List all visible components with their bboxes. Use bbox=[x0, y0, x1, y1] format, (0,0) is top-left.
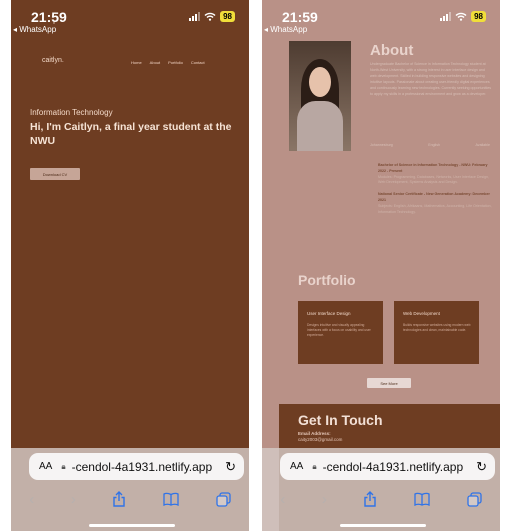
bookmarks-icon[interactable] bbox=[414, 492, 430, 506]
about-body: Undergraduate Bachelor of Science in Inf… bbox=[370, 62, 492, 96]
safari-toolbar: ‹ › bbox=[262, 486, 500, 512]
status-bar: 21:59 ◂ WhatsApp 98 bbox=[262, 0, 500, 38]
nav-link-portfolio[interactable]: Portfolio bbox=[168, 60, 183, 65]
site-logo[interactable]: caitlyn. bbox=[42, 57, 64, 64]
nav-link-home[interactable]: Home bbox=[131, 60, 142, 65]
portfolio-card-title: Web Development bbox=[403, 311, 440, 316]
lock-icon: 🔒︎ bbox=[312, 461, 317, 471]
education-detail-degree: Modules: Programming, Databases, Network… bbox=[378, 174, 490, 185]
about-meta-language: English bbox=[428, 143, 441, 147]
contact-email-label: Email Address: bbox=[298, 431, 331, 436]
tabs-icon[interactable] bbox=[467, 491, 482, 507]
home-indicator bbox=[340, 524, 426, 527]
portfolio-card-text: Designs intuitive and visually appealing… bbox=[307, 323, 371, 337]
see-more-button[interactable]: See More bbox=[367, 378, 411, 388]
safari-bottom-bar: AA 🔒︎ -cendol-4a1931.netlify.app ↻ ‹ › bbox=[262, 448, 500, 531]
bookmarks-icon[interactable] bbox=[163, 492, 179, 506]
share-icon[interactable] bbox=[112, 491, 126, 507]
wifi-icon bbox=[455, 12, 467, 21]
back-arrow-icon[interactable]: ‹ bbox=[29, 491, 34, 508]
home-indicator bbox=[89, 524, 175, 527]
portfolio-title: Portfolio bbox=[298, 272, 356, 288]
address-bar[interactable]: AA 🔒︎ -cendol-4a1931.netlify.app ↻ bbox=[280, 453, 495, 480]
about-title: About bbox=[370, 42, 414, 59]
battery-icon: 98 bbox=[220, 11, 235, 22]
share-icon[interactable] bbox=[363, 491, 377, 507]
phone-screen-about: 21:59 ◂ WhatsApp 98 About Undergraduate … bbox=[262, 0, 500, 531]
back-to-app-link[interactable]: ◂ WhatsApp bbox=[13, 25, 56, 34]
about-meta-location: Johannesburg bbox=[370, 143, 393, 147]
download-cv-button[interactable]: Download CV bbox=[30, 168, 80, 180]
signal-icon bbox=[440, 12, 452, 21]
contact-title: Get In Touch bbox=[298, 412, 383, 428]
education-title-school: National Senior Certificate - New Genera… bbox=[378, 192, 490, 202]
forward-arrow-icon[interactable]: › bbox=[71, 491, 76, 508]
status-icons: 98 bbox=[189, 11, 235, 22]
signal-icon bbox=[189, 12, 201, 21]
contact-email-link[interactable]: caity2003@gmail.com bbox=[298, 437, 342, 442]
forward-arrow-icon[interactable]: › bbox=[322, 491, 327, 508]
url-text[interactable]: -cendol-4a1931.netlify.app bbox=[72, 460, 213, 474]
logo-mark-icon: * bbox=[53, 22, 55, 28]
status-icons: 98 bbox=[440, 11, 486, 22]
portfolio-card-title: User Interface Design bbox=[307, 311, 351, 316]
reader-options-button[interactable]: AA bbox=[39, 461, 52, 472]
nav-links: Home About Portfolio Contact bbox=[131, 60, 205, 65]
safari-bottom-bar: AA 🔒︎ -cendol-4a1931.netlify.app ↻ ‹ › bbox=[11, 448, 249, 531]
back-to-app-link[interactable]: ◂ WhatsApp bbox=[264, 25, 307, 34]
reload-icon[interactable]: ↻ bbox=[225, 459, 236, 475]
about-meta: Johannesburg English Available bbox=[370, 143, 490, 147]
status-time: 21:59 bbox=[282, 9, 318, 25]
phone-screen-home: 21:59 ◂ WhatsApp 98 caitlyn. Home About … bbox=[11, 0, 249, 531]
lock-icon: 🔒︎ bbox=[61, 461, 66, 471]
portfolio-card-web-dev[interactable]: Web Development Builds responsive websit… bbox=[394, 301, 479, 364]
reader-options-button[interactable]: AA bbox=[290, 461, 303, 472]
reload-icon[interactable]: ↻ bbox=[476, 459, 487, 475]
status-time: 21:59 bbox=[31, 9, 67, 25]
hero-headline: Hi, I'm Caitlyn, a final year student at… bbox=[30, 121, 232, 147]
safari-toolbar: ‹ › bbox=[11, 486, 249, 512]
about-meta-availability: Available bbox=[475, 143, 490, 147]
back-arrow-icon[interactable]: ‹ bbox=[280, 491, 285, 508]
hero-eyebrow: Information Technology bbox=[30, 108, 113, 117]
education-detail-school: Subjects: English, Afrikaans, Mathematic… bbox=[378, 203, 492, 214]
education-title-degree: Bachelor of Science in Information Techn… bbox=[378, 163, 488, 173]
nav-link-contact[interactable]: Contact bbox=[191, 60, 205, 65]
profile-photo bbox=[289, 41, 351, 151]
address-bar[interactable]: AA 🔒︎ -cendol-4a1931.netlify.app ↻ bbox=[29, 453, 244, 480]
wifi-icon bbox=[204, 12, 216, 21]
nav-link-about[interactable]: About bbox=[150, 60, 160, 65]
url-text[interactable]: -cendol-4a1931.netlify.app bbox=[323, 460, 464, 474]
portfolio-card-ui-design[interactable]: User Interface Design Designs intuitive … bbox=[298, 301, 383, 364]
site-navbar: caitlyn. Home About Portfolio Contact bbox=[11, 56, 249, 70]
tabs-icon[interactable] bbox=[216, 491, 231, 507]
status-bar: 21:59 ◂ WhatsApp 98 bbox=[11, 0, 249, 38]
education-list: Bachelor of Science in Information Techn… bbox=[378, 163, 494, 215]
battery-icon: 98 bbox=[471, 11, 486, 22]
portfolio-card-text: Builds responsive websites using modern … bbox=[403, 323, 471, 332]
